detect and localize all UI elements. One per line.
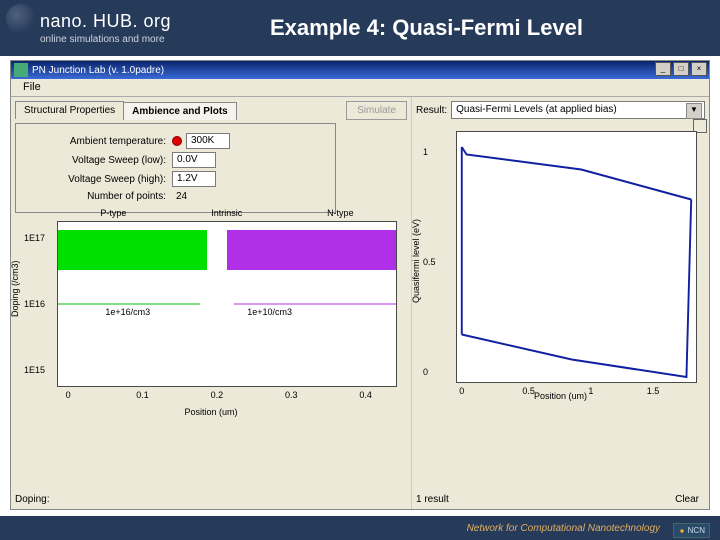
window-titlebar[interactable]: PN Junction Lab (v. 1.0padre) _ □ × bbox=[11, 61, 709, 79]
slide-footer: Network for Computational Nanotechnology… bbox=[0, 516, 720, 540]
brand: nano. HUB. org bbox=[40, 11, 250, 32]
xtick: 1 bbox=[588, 386, 593, 396]
close-button[interactable]: × bbox=[691, 62, 707, 76]
globe-icon bbox=[6, 4, 36, 34]
qf-ylabel: Quasifermi level (eV) bbox=[411, 219, 421, 303]
tab-ambience[interactable]: Ambience and Plots bbox=[123, 102, 237, 120]
tagline: online simulations and more bbox=[40, 34, 250, 45]
xtick: 0 bbox=[459, 386, 464, 396]
quasifermi-chart: Quasifermi level (eV) 1 0.5 0 0 0.5 1 1.… bbox=[416, 123, 705, 423]
xtick: 0 bbox=[66, 390, 71, 400]
right-panel: Result: Quasi-Fermi Levels (at applied b… bbox=[411, 97, 709, 509]
maximize-button[interactable]: □ bbox=[673, 62, 689, 76]
minimize-button[interactable]: _ bbox=[655, 62, 671, 76]
npoints-value: 24 bbox=[172, 190, 191, 203]
app-icon bbox=[14, 63, 28, 77]
xtick: 0.1 bbox=[136, 390, 149, 400]
vsweep-low-input[interactable]: 0.0V bbox=[172, 152, 216, 168]
app-window: PN Junction Lab (v. 1.0padre) _ □ × File… bbox=[10, 60, 710, 510]
left-panel: Structural Properties Ambience and Plots… bbox=[11, 97, 411, 509]
result-count: 1 result bbox=[416, 494, 449, 505]
ytick: 1E17 bbox=[24, 233, 45, 243]
result-dropdown[interactable]: Quasi-Fermi Levels (at applied bias) bbox=[451, 101, 705, 119]
menu-bar: File bbox=[11, 79, 709, 97]
xtick: 0.2 bbox=[211, 390, 224, 400]
ncn-badge: NCN bbox=[673, 523, 710, 538]
doping-ylabel: Doping (/cm3) bbox=[10, 260, 20, 317]
p-annotation: 1e+16/cm3 bbox=[105, 307, 150, 317]
doping-row-label: Doping: bbox=[15, 494, 49, 505]
npoints-label: Number of points: bbox=[22, 191, 172, 202]
legend-n: N-type bbox=[327, 208, 354, 218]
doping-chart: Doping (/cm3) P-type Intrinsic N-type 1e… bbox=[15, 217, 407, 417]
xtick: 1.5 bbox=[647, 386, 660, 396]
ytick: 0.5 bbox=[423, 257, 436, 267]
n-annotation: 1e+10/cm3 bbox=[247, 307, 292, 317]
page-title: Example 4: Quasi-Fermi Level bbox=[270, 15, 583, 41]
clear-button[interactable]: Clear bbox=[675, 494, 705, 505]
window-title: PN Junction Lab (v. 1.0padre) bbox=[32, 65, 164, 76]
vsweep-high-label: Voltage Sweep (high): bbox=[22, 174, 172, 185]
footer-text: Network for Computational Nanotechnology bbox=[467, 523, 660, 534]
result-selected: Quasi-Fermi Levels (at applied bias) bbox=[456, 104, 617, 115]
menu-file[interactable]: File bbox=[17, 79, 47, 95]
xtick: 0.3 bbox=[285, 390, 298, 400]
param-changed-icon bbox=[172, 136, 182, 146]
ambient-temp-label: Ambient temperature: bbox=[22, 136, 172, 147]
ambient-temp-input[interactable]: 300K bbox=[186, 133, 230, 149]
ytick: 1E15 bbox=[24, 365, 45, 375]
doping-xlabel: Position (um) bbox=[184, 407, 237, 417]
parameters-panel: Ambient temperature: 300K Voltage Sweep … bbox=[15, 123, 336, 213]
vsweep-low-label: Voltage Sweep (low): bbox=[22, 155, 172, 166]
legend-i: Intrinsic bbox=[211, 208, 242, 218]
qf-xlabel: Position (um) bbox=[534, 391, 587, 401]
ytick: 0 bbox=[423, 367, 428, 377]
xtick: 0.4 bbox=[359, 390, 372, 400]
ytick: 1E16 bbox=[24, 299, 45, 309]
vsweep-high-input[interactable]: 1.2V bbox=[172, 171, 216, 187]
slide-header: nano. HUB. org online simulations and mo… bbox=[0, 0, 720, 56]
result-label: Result: bbox=[416, 105, 447, 116]
tab-structural[interactable]: Structural Properties bbox=[15, 101, 124, 119]
legend-p: P-type bbox=[100, 208, 126, 218]
ytick: 1 bbox=[423, 147, 428, 157]
simulate-button[interactable]: Simulate bbox=[346, 101, 407, 120]
